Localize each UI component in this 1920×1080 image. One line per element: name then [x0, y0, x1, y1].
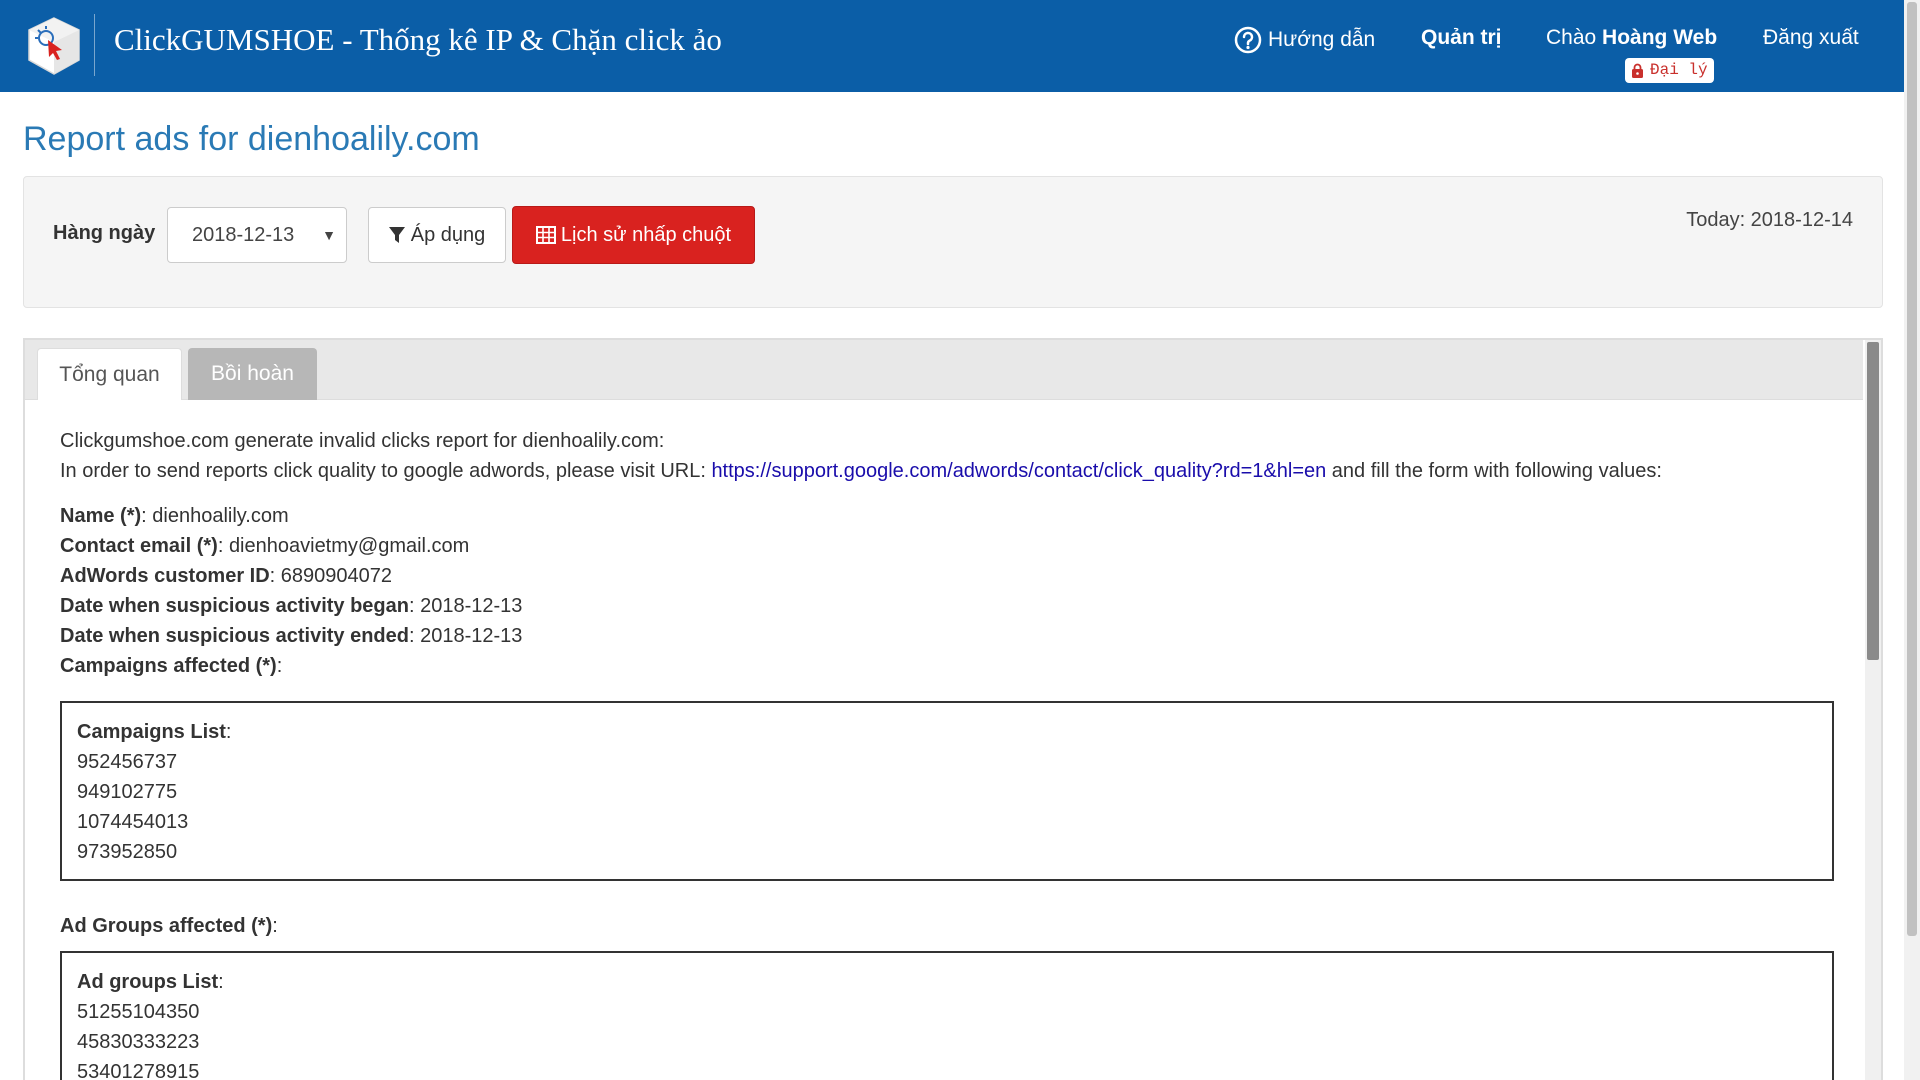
- report-intro: Clickgumshoe.com generate invalid clicks…: [60, 430, 665, 452]
- report-instruction: In order to send reports click quality t…: [60, 456, 1840, 486]
- nav-help-link[interactable]: Hướng dẫn: [1234, 26, 1375, 54]
- user-secret-icon: [1632, 63, 1643, 78]
- instruction-prefix: In order to send reports click quality t…: [60, 460, 712, 482]
- campaigns-list-box[interactable]: Campaigns List: 952456737 949102775 1074…: [60, 701, 1834, 881]
- nav-help-label: Hướng dẫn: [1268, 28, 1376, 51]
- refund-report-content: Clickgumshoe.com generate invalid clicks…: [60, 426, 1840, 1080]
- brand-title[interactable]: ClickGUMSHOE - Thống kê IP & Chặn click …: [114, 22, 722, 58]
- panel-scrollbar[interactable]: [1865, 340, 1881, 1080]
- filter-icon: [388, 227, 405, 243]
- page-title: Report ads for dienhoalily.com: [23, 120, 480, 158]
- campaign-id: 1074454013: [77, 811, 189, 833]
- window-scrollbar[interactable]: [1904, 0, 1920, 1080]
- top-navbar: ClickGUMSHOE - Thống kê IP & Chặn click …: [0, 0, 1904, 92]
- clickgumshoe-logo-icon[interactable]: [26, 16, 82, 76]
- agent-badge-label: Đại lý: [1650, 61, 1708, 79]
- user-name: Hoàng Web: [1602, 26, 1718, 49]
- panel-scrollbar-thumb[interactable]: [1867, 342, 1879, 660]
- field-date-began: Date when suspicious activity began: 201…: [60, 595, 523, 617]
- field-customer-id: AdWords customer ID: 6890904072: [60, 565, 393, 587]
- ad-group-id: 51255104350: [77, 1001, 200, 1023]
- field-value: 2018-12-13: [420, 595, 523, 617]
- nav-logout-link[interactable]: Đăng xuất: [1763, 26, 1859, 50]
- campaign-id: 952456737: [77, 751, 178, 773]
- tab-overview[interactable]: Tổng quan: [37, 348, 182, 400]
- field-value: 6890904072: [280, 565, 393, 587]
- caret-down-icon: ▼: [322, 227, 336, 243]
- field-label: Name (*): [60, 505, 142, 527]
- question-circle-icon: [1234, 26, 1262, 54]
- field-label: Ad Groups affected (*): [60, 915, 273, 937]
- ad-groups-list-heading: Ad groups List:: [77, 971, 224, 993]
- ad-groups-list-box[interactable]: Ad groups List: 51255104350 45830333223 …: [60, 951, 1834, 1080]
- nav-admin-link[interactable]: Quản trị: [1421, 26, 1502, 50]
- campaigns-list-label: Campaigns List: [77, 721, 226, 743]
- field-name: Name (*): dienhoalily.com: [60, 505, 289, 527]
- campaigns-list-heading: Campaigns List:: [77, 721, 232, 743]
- click-history-button[interactable]: Lịch sử nhấp chuột: [512, 206, 755, 264]
- click-history-label: Lịch sử nhấp chuột: [560, 223, 732, 246]
- window-scrollbar-thumb[interactable]: [1907, 2, 1917, 936]
- ad-group-id: 53401278915: [77, 1061, 200, 1080]
- date-select[interactable]: 2018-12-13 ▼: [167, 207, 347, 263]
- field-date-ended: Date when suspicious activity ended: 201…: [60, 625, 523, 647]
- click-quality-link[interactable]: https://support.google.com/adwords/conta…: [711, 460, 1326, 482]
- campaign-id: 973952850: [77, 841, 178, 863]
- ad-groups-list-label: Ad groups List: [77, 971, 219, 993]
- ad-group-id: 45830333223: [77, 1031, 200, 1053]
- field-value: dienhoavietmy@gmail.com: [228, 535, 470, 557]
- filter-bar: Hàng ngày 2018-12-13 ▼ Áp dụng Lịch sử n…: [23, 176, 1883, 308]
- field-ad-groups-affected: Ad Groups affected (*):: [60, 915, 278, 937]
- campaign-id: 949102775: [77, 781, 178, 803]
- field-value: 2018-12-13: [420, 625, 523, 647]
- report-panel: Tổng quan Bồi hoàn Clickgumshoe.com gene…: [23, 338, 1883, 1080]
- field-label: AdWords customer ID: [60, 565, 270, 587]
- apply-filter-label: Áp dụng: [410, 223, 486, 246]
- date-select-value: 2018-12-13: [192, 224, 295, 246]
- nav-user-greeting[interactable]: Chào Hoàng Web: [1546, 26, 1717, 50]
- field-label: Date when suspicious activity began: [60, 595, 409, 617]
- agent-badge: Đại lý: [1625, 58, 1714, 83]
- field-label: Contact email (*): [60, 535, 218, 557]
- field-label: Date when suspicious activity ended: [60, 625, 409, 647]
- tab-refund[interactable]: Bồi hoàn: [188, 348, 317, 400]
- period-label: Hàng ngày: [53, 222, 156, 244]
- greeting-prefix: Chào: [1546, 26, 1603, 49]
- tab-strip: Tổng quan Bồi hoàn: [25, 340, 1863, 400]
- field-value: dienhoalily.com: [152, 505, 289, 527]
- brand-divider: [94, 14, 95, 76]
- apply-filter-button[interactable]: Áp dụng: [368, 207, 506, 263]
- field-campaigns-affected: Campaigns affected (*):: [60, 655, 283, 677]
- field-label: Campaigns affected (*): [60, 655, 277, 677]
- table-icon: [535, 226, 556, 244]
- instruction-suffix: and fill the form with following values:: [1326, 460, 1662, 482]
- today-date: Today: 2018-12-14: [1686, 209, 1853, 231]
- field-contact-email: Contact email (*): dienhoavietmy@gmail.c…: [60, 535, 470, 557]
